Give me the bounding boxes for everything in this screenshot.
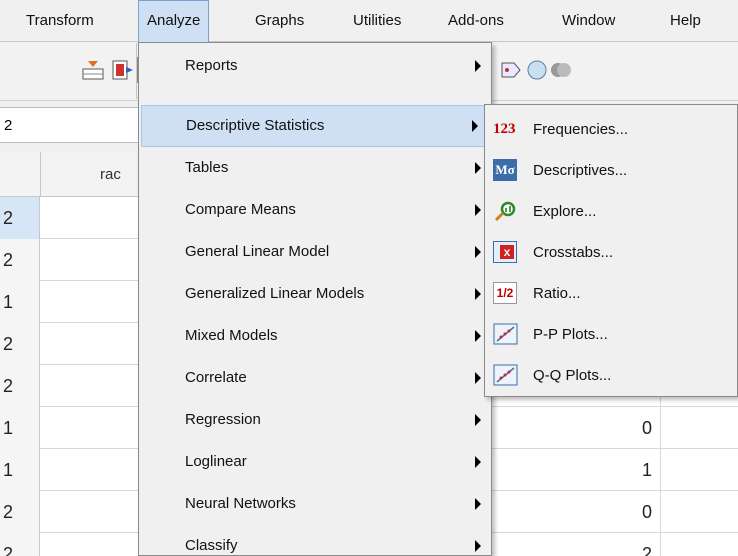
- submenu-arrow-icon: [475, 456, 481, 468]
- menu-window[interactable]: Window: [554, 0, 623, 42]
- cell-divider: [660, 533, 661, 556]
- submenu-item-label: Descriptives...: [533, 162, 628, 179]
- column-header-race[interactable]: rac: [100, 152, 121, 197]
- menu-item-label: Tables: [185, 159, 229, 176]
- menu-item-label: Reports: [185, 57, 238, 74]
- submenu-item-ratio[interactable]: 1/2 Ratio...: [485, 273, 737, 314]
- row-cell-value[interactable]: 1: [0, 449, 40, 491]
- menu-help[interactable]: Help: [662, 0, 709, 42]
- menu-item-label: General Linear Model: [185, 243, 330, 260]
- submenu-arrow-icon: [475, 330, 481, 342]
- qq-plots-icon: [493, 364, 518, 386]
- use-sets-icon[interactable]: [526, 59, 548, 81]
- menu-item-correlate[interactable]: Correlate: [139, 357, 491, 399]
- submenu-arrow-icon: [475, 204, 481, 216]
- submenu-item-label: Frequencies...: [533, 121, 629, 138]
- crosstabs-icon: x: [493, 241, 517, 263]
- row-cell-value[interactable]: 2: [0, 491, 40, 533]
- menu-item-reports[interactable]: Reports: [139, 45, 491, 87]
- submenu-item-crosstabs[interactable]: x Crosstabs...: [485, 232, 737, 273]
- row-cell-value[interactable]: 0: [600, 491, 658, 533]
- column-divider: [40, 152, 41, 197]
- menu-item-tables[interactable]: Tables: [139, 147, 491, 189]
- menu-item-loglinear[interactable]: Loglinear: [139, 441, 491, 483]
- frequencies-icon: 123: [493, 121, 516, 137]
- submenu-item-qq-plots[interactable]: Q-Q Plots...: [485, 355, 737, 396]
- submenu-arrow-icon: [475, 246, 481, 258]
- menu-analyze[interactable]: Analyze: [138, 0, 210, 42]
- submenu-item-label: Crosstabs...: [533, 244, 614, 261]
- explore-icon: [494, 201, 516, 222]
- row-cell-value[interactable]: 2: [0, 533, 40, 556]
- menu-item-label: Classify: [185, 537, 238, 554]
- submenu-arrow-icon: [475, 540, 481, 552]
- submenu-item-explore[interactable]: Explore...: [485, 191, 737, 232]
- submenu-arrow-icon: [475, 414, 481, 426]
- menu-graphs[interactable]: Graphs: [247, 0, 312, 42]
- cell-divider: [660, 449, 661, 491]
- row-cell-value[interactable]: 2: [0, 323, 40, 365]
- menu-bar: Transform Analyze Graphs Utilities Add-o…: [0, 0, 738, 42]
- menu-item-classify[interactable]: Classify: [139, 525, 491, 556]
- submenu-item-label: Explore...: [533, 203, 597, 220]
- insert-cases-icon[interactable]: [82, 59, 104, 81]
- submenu-arrow-icon: [475, 498, 481, 510]
- cell-value-field[interactable]: 2: [0, 107, 150, 143]
- descriptive-statistics-submenu: 123 Frequencies... Mσ Descriptives... Ex…: [484, 104, 738, 397]
- row-cell-value[interactable]: 2: [0, 197, 40, 239]
- crosstabs-icon-mark: x: [500, 245, 514, 259]
- submenu-arrow-icon: [475, 372, 481, 384]
- menu-item-mixed-models[interactable]: Mixed Models: [139, 315, 491, 357]
- menu-item-label: Mixed Models: [185, 327, 278, 344]
- row-cell-value[interactable]: 2: [600, 533, 658, 556]
- row-cell-value[interactable]: 2: [0, 365, 40, 407]
- menu-item-label: Neural Networks: [185, 495, 296, 512]
- menu-item-neural-networks[interactable]: Neural Networks: [139, 483, 491, 525]
- menu-item-regression[interactable]: Regression: [139, 399, 491, 441]
- submenu-arrow-icon: [475, 60, 481, 72]
- submenu-item-label: Q-Q Plots...: [533, 367, 612, 384]
- pp-plots-icon: [493, 323, 518, 345]
- descriptives-icon: Mσ: [493, 159, 517, 181]
- submenu-item-label: P-P Plots...: [533, 326, 608, 343]
- row-cell-value[interactable]: 0: [600, 407, 658, 449]
- submenu-item-frequencies[interactable]: 123 Frequencies...: [485, 109, 737, 150]
- menu-item-compare-means[interactable]: Compare Means: [139, 189, 491, 231]
- show-all-variables-icon[interactable]: [550, 59, 572, 81]
- cell-divider: [660, 407, 661, 449]
- submenu-item-descriptives[interactable]: Mσ Descriptives...: [485, 150, 737, 191]
- menu-item-label: Regression: [185, 411, 261, 428]
- submenu-arrow-icon: [472, 120, 478, 132]
- row-cell-value[interactable]: 2: [0, 239, 40, 281]
- menu-item-label: Correlate: [185, 369, 247, 386]
- menu-add-ons[interactable]: Add-ons: [440, 0, 512, 42]
- row-cell-value[interactable]: 1: [600, 449, 658, 491]
- menu-item-descriptive-statistics[interactable]: Descriptive Statistics: [141, 105, 489, 147]
- insert-variable-icon[interactable]: [112, 59, 134, 81]
- row-cell-value[interactable]: 1: [0, 407, 40, 449]
- value-labels-icon[interactable]: [500, 59, 522, 81]
- submenu-arrow-icon: [475, 162, 481, 174]
- menu-item-label: Loglinear: [185, 453, 247, 470]
- submenu-item-label: Ratio...: [533, 285, 581, 302]
- analyze-menu: Reports Descriptive Statistics Tables Co…: [138, 42, 492, 556]
- menu-transform[interactable]: Transform: [18, 0, 102, 42]
- ratio-icon: 1/2: [493, 282, 517, 304]
- menu-item-generalized-linear-models[interactable]: Generalized Linear Models: [139, 273, 491, 315]
- menu-item-label: Generalized Linear Models: [185, 285, 365, 302]
- row-cell-value[interactable]: 1: [0, 281, 40, 323]
- menu-item-label: Descriptive Statistics: [186, 117, 325, 134]
- menu-utilities[interactable]: Utilities: [345, 0, 409, 42]
- toolbar-separator: [136, 43, 137, 99]
- submenu-arrow-icon: [475, 288, 481, 300]
- submenu-item-pp-plots[interactable]: P-P Plots...: [485, 314, 737, 355]
- menu-item-label: Compare Means: [185, 201, 296, 218]
- cell-divider: [660, 491, 661, 533]
- menu-item-general-linear-model[interactable]: General Linear Model: [139, 231, 491, 273]
